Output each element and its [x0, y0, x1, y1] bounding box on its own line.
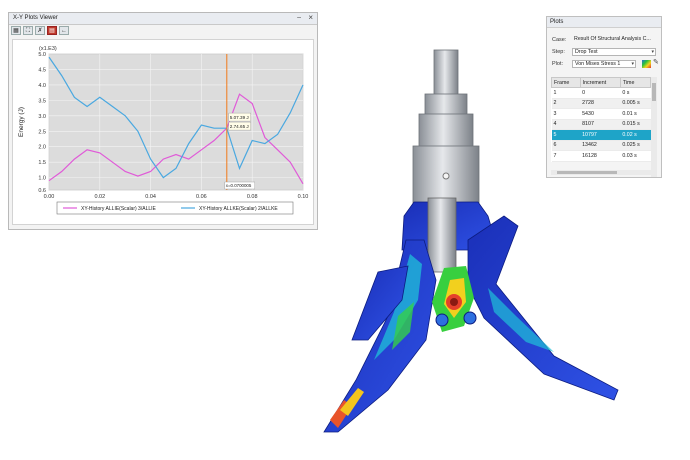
- tooltip-value-b: 2.74.65 J: [230, 124, 249, 129]
- plots-panel-title: Plots: [550, 19, 564, 25]
- plot-background: [48, 53, 304, 191]
- xy-viewer-titlebar[interactable]: X-Y Plots Viewer – ×: [9, 13, 317, 25]
- chart-icon[interactable]: ▤: [47, 26, 57, 35]
- y-tick-label: 3.0: [38, 114, 46, 120]
- chevron-down-icon: ▾: [651, 48, 654, 55]
- x-tick-label: 0.08: [247, 194, 258, 200]
- xy-toolbar: ▦ ⛶ ✗ ▤ ←: [11, 26, 69, 36]
- minimize-icon[interactable]: –: [297, 14, 301, 21]
- fit-icon[interactable]: ⛶: [23, 26, 33, 35]
- cursor-label: x=0.0700005: [226, 183, 252, 188]
- grid-icon[interactable]: ▦: [11, 26, 21, 35]
- x-tick-label: 0.02: [94, 194, 105, 200]
- xy-viewer-title: X-Y Plots Viewer: [13, 15, 58, 21]
- x-tick-label: 0.04: [145, 194, 156, 200]
- y-multiplier-label: (x1.E3): [39, 46, 57, 52]
- y-tick-label: 5.0: [38, 52, 46, 58]
- xy-chart: 0.00 0.02 0.04 0.06 0.08 0.10 0.6 1.0 1.5 2.0 2.5 3…: [18, 46, 309, 215]
- y-axis-label: Energy (J): [18, 107, 25, 137]
- y-tick-label: 4.5: [38, 67, 46, 73]
- plot-area: 0.00 0.02 0.04 0.06 0.08 0.10 0.6 1.0 1.5 2.0 2.5 3…: [12, 39, 314, 225]
- pencil-icon[interactable]: ✎: [653, 58, 659, 66]
- x-tick-label: 0.10: [298, 194, 309, 200]
- y-tick-label: 2.0: [38, 145, 46, 151]
- y-tick-label: 1.0: [38, 176, 46, 182]
- back-arrow-icon[interactable]: ←: [59, 26, 69, 35]
- y-tick-label: 1.5: [38, 160, 46, 166]
- stress-contour-model-image: [323, 49, 619, 433]
- xy-plots-viewer-window: X-Y Plots Viewer – × ▦ ⛶ ✗ ▤ ← 0.00 0.02 0…: [8, 12, 318, 230]
- close-icon[interactable]: ×: [308, 13, 313, 22]
- y-tick-label: 2.5: [38, 129, 46, 135]
- y-tick-label: 0.6: [38, 188, 46, 194]
- vertical-scrollbar[interactable]: [651, 77, 657, 177]
- delete-icon[interactable]: ✗: [35, 26, 45, 35]
- legend-entry-0: XY-History ALLIE(Scalar) 3/ALLIE: [81, 206, 157, 212]
- x-tick-label: 0.00: [44, 194, 55, 200]
- x-tick-label: 0.06: [196, 194, 207, 200]
- y-tick-label: 3.5: [38, 98, 46, 104]
- y-tick-label: 4.0: [38, 83, 46, 89]
- tooltip-value-a: 5.07.39 J: [230, 115, 249, 120]
- legend-entry-1: XY-History ALLKE(Scalar) 2/ALLKE: [199, 206, 278, 212]
- plots-panel-header: Plots: [547, 17, 661, 28]
